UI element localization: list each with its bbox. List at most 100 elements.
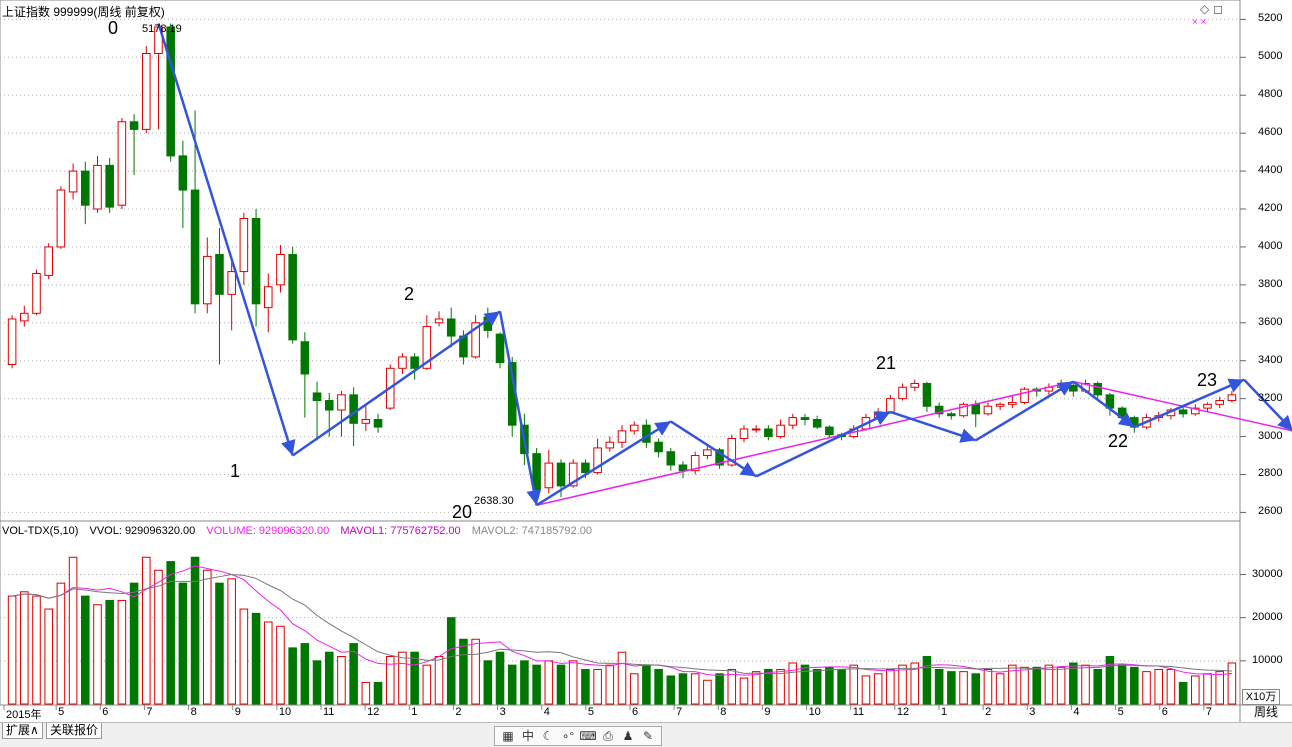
volume-bar — [971, 673, 981, 705]
trend-line — [536, 380, 1074, 506]
price-tick-label: 4000 — [1258, 239, 1283, 252]
volume-bar — [1178, 681, 1188, 705]
volume-bar — [1166, 668, 1176, 705]
volume-bar — [776, 668, 785, 705]
candle-body — [446, 318, 456, 337]
volume-bar — [1130, 666, 1139, 705]
volume-bar — [593, 668, 602, 705]
price-panel-frame — [0, 0, 1241, 522]
volume-bar — [178, 582, 188, 705]
volume-bar — [7, 595, 17, 705]
candle-body — [202, 255, 212, 305]
volume-unit-label: X10万 — [1242, 689, 1280, 705]
chart-title: 上证指数 999999(周线 前复权) — [2, 5, 165, 19]
candle-body — [995, 403, 1005, 407]
chart-icon[interactable]: ▦ — [499, 727, 517, 745]
price-tick-label: 3000 — [1258, 429, 1283, 442]
volume-bar — [1105, 656, 1115, 705]
printer-icon[interactable]: ⎙ — [599, 727, 617, 745]
time-axis-label: 3 — [1029, 706, 1036, 718]
candle-body — [410, 356, 419, 369]
vvol-value: VVOL: 929096320.00 — [89, 525, 196, 537]
toolbar: ▦ 中 ☾ ∘° ⌨ ⎙ ♟ ✎ — [494, 726, 662, 746]
price-tick-label: 3800 — [1258, 277, 1283, 290]
candle-body — [556, 462, 566, 487]
volume-bar — [1203, 673, 1212, 705]
candle-body — [117, 121, 127, 206]
volume-bar — [629, 673, 639, 705]
time-axis-label: 10 — [278, 706, 292, 718]
time-axis-label: 7 — [676, 706, 683, 718]
volume-bar — [678, 673, 688, 705]
tab-extend[interactable]: 扩展∧ — [2, 723, 43, 739]
volume-bar — [202, 569, 212, 705]
candle-body — [20, 312, 29, 322]
volume-bar — [751, 671, 761, 705]
restore-icon[interactable]: ◻ — [1213, 2, 1227, 16]
volume-bar — [922, 656, 932, 705]
zhong-icon[interactable]: 中 — [519, 727, 537, 745]
candle-body — [617, 430, 627, 443]
volume-bar — [1093, 668, 1103, 705]
candle-body — [764, 428, 773, 438]
candle-body — [129, 121, 139, 130]
volume-bar — [520, 660, 529, 705]
volume-bar — [227, 578, 236, 705]
person-icon[interactable]: ♟ — [619, 727, 637, 745]
wave-arrow — [498, 311, 542, 506]
candle-body — [349, 394, 358, 424]
candle-body — [105, 164, 114, 208]
candle-body — [300, 341, 310, 375]
time-axis-label: 12 — [367, 706, 380, 718]
tab-related-quotes[interactable]: 关联报价 — [46, 723, 103, 739]
volume-bar — [825, 666, 834, 705]
candle-body — [1227, 394, 1237, 402]
volume-tick-label: 10000 — [1252, 653, 1283, 666]
candle-body — [1069, 384, 1078, 392]
high-price-label: 5178.19 — [142, 23, 182, 35]
candle-body — [7, 318, 17, 366]
volume-value: VOLUME: 929096320.00 — [206, 525, 330, 537]
volume-tick-label: 20000 — [1252, 610, 1283, 623]
candle-body — [1215, 400, 1224, 405]
wave-label-20: 20 — [452, 502, 473, 522]
volume-bar — [68, 556, 78, 705]
candle-body — [93, 164, 102, 210]
pin-icon[interactable]: ◇ — [1200, 2, 1213, 16]
candle-body — [1178, 409, 1188, 415]
wrench-icon[interactable]: ✎ — [639, 727, 657, 745]
volume-bar — [471, 638, 480, 705]
keyboard-icon[interactable]: ⌨ — [579, 727, 597, 745]
price-tick-label: 2600 — [1258, 505, 1283, 518]
volume-bar — [434, 656, 444, 705]
volume-header: VOL-TDX(5,10) VVOL: 929096320.00 VOLUME:… — [2, 525, 600, 537]
volume-bar — [1191, 675, 1200, 705]
price-tick-label: 4600 — [1258, 126, 1283, 139]
candle-body — [629, 424, 639, 432]
mavol1-value: MAVOL1: 775762752.00 — [340, 525, 461, 537]
moon-icon[interactable]: ☾ — [539, 727, 557, 745]
volume-bar — [337, 656, 346, 705]
volume-bar — [410, 651, 419, 705]
volume-bar — [300, 643, 310, 705]
volume-bar — [568, 660, 578, 705]
volume-bar — [703, 679, 712, 705]
candle-body — [434, 318, 444, 324]
time-axis-label: 9 — [764, 706, 771, 718]
volume-bar — [1032, 666, 1042, 705]
candle-body — [812, 418, 822, 428]
wave-arrow — [1133, 378, 1245, 429]
period-label[interactable]: 周线 — [1240, 704, 1292, 720]
volume-tick-label: 30000 — [1252, 567, 1283, 580]
window-buttons[interactable]: ◇◻ — [1200, 2, 1227, 16]
main-chart[interactable]: × × — [0, 0, 1292, 746]
time-axis-label: 2 — [985, 706, 992, 718]
price-tick-label: 2800 — [1258, 467, 1283, 480]
volume-bar — [1020, 666, 1029, 705]
dots-icon[interactable]: ∘° — [559, 727, 577, 745]
bottom-bar: 扩展∧ 关联报价 ▦ 中 ☾ ∘° ⌨ ⎙ ♟ ✎ — [0, 722, 1292, 747]
volume-bar — [1056, 666, 1066, 705]
volume-bar — [581, 668, 590, 705]
candle-body — [947, 413, 956, 417]
volume-bar — [81, 595, 90, 705]
